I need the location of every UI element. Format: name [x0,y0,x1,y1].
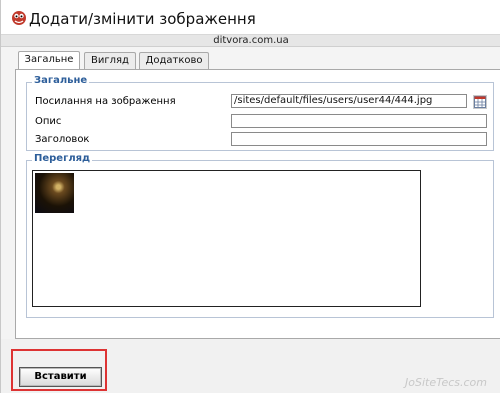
preview-image [35,173,74,213]
title-label: Заголовок [35,134,90,145]
window-title: Додати/змінити зображення [29,10,256,28]
tab-general[interactable]: Загальне [18,51,80,70]
preview-area [32,170,421,307]
description-label: Опис [35,116,62,127]
tab-appearance[interactable]: Вигляд [84,52,136,69]
dialog-window: Додати/змінити зображення ditvora.com.ua… [0,0,500,393]
insert-button[interactable]: Вставити [19,367,102,387]
browse-button[interactable] [473,95,487,109]
tab-advanced[interactable]: Додатково [139,52,209,69]
description-input[interactable] [231,114,487,128]
general-legend: Загальне [32,75,90,86]
image-url-label: Посилання на зображення [35,96,176,107]
preview-legend: Перегляд [32,153,93,164]
image-url-input[interactable]: /sites/default/files/users/user44/444.jp… [231,94,467,108]
title-input[interactable] [231,132,487,146]
title-bar: Додати/змінити зображення [1,0,500,34]
app-icon [12,11,26,25]
watermark: JoSiteTecs.com [405,376,487,389]
domain-label: ditvora.com.ua [1,34,500,47]
browse-grid-icon [474,96,486,108]
